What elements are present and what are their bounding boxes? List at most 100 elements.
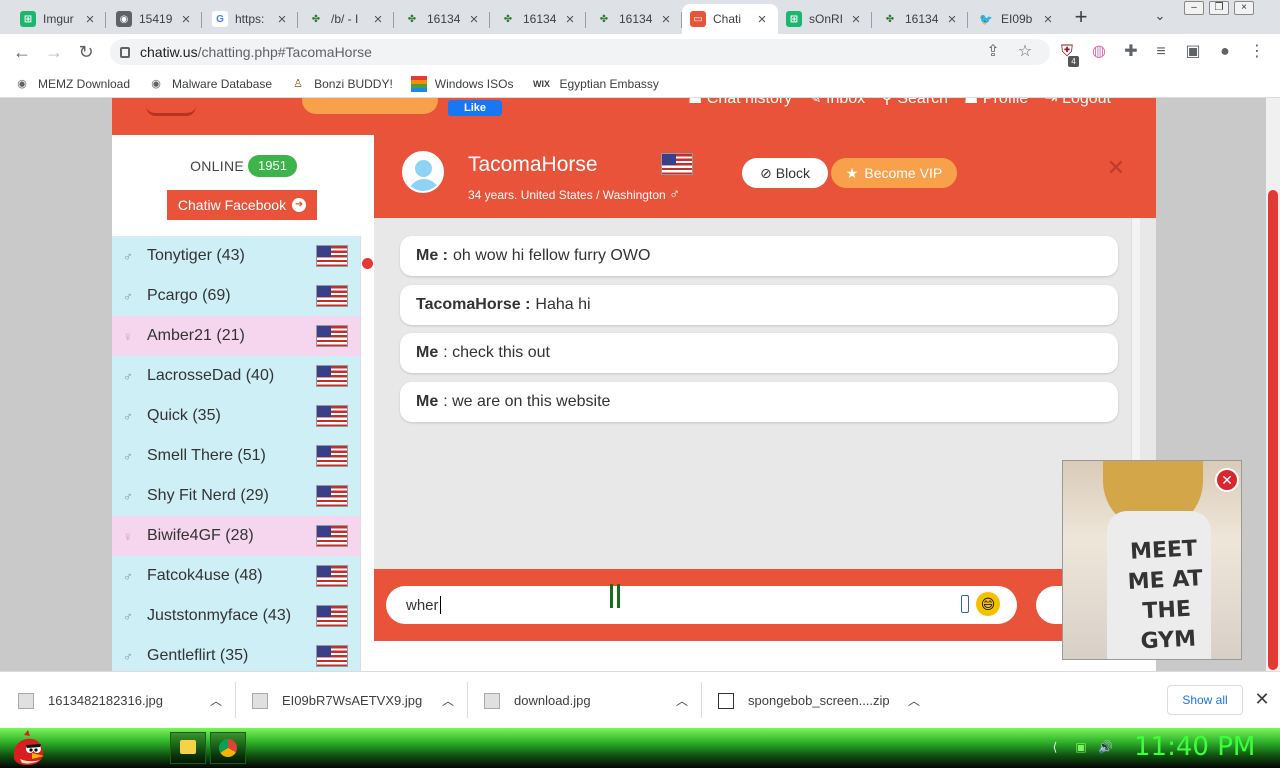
close-icon[interactable]: ×	[1040, 11, 1056, 28]
bookmark-item[interactable]: Windows ISOs	[410, 75, 513, 92]
chevron-up-icon[interactable]: ︿	[442, 692, 454, 709]
sidepanel-icon[interactable]: ▣	[1182, 40, 1204, 64]
nav-inbox[interactable]: ✎ Inbox	[808, 98, 865, 112]
user-list-item[interactable]: ♂ LacrosseDad (40)	[112, 356, 360, 396]
tab[interactable]: ⊞ Imgur ×	[12, 4, 106, 34]
network-icon[interactable]: ▣	[1074, 740, 1088, 754]
bookmark-label: Bonzi BUDDY!	[314, 76, 393, 91]
user-list-item[interactable]: ♀ Biwife4GF (28)	[112, 516, 360, 556]
user-list-item[interactable]: ♂ Pcargo (69)	[112, 276, 360, 316]
nav-logout[interactable]: ⇥ Logout	[1044, 98, 1111, 112]
address-bar[interactable]: chatiw.us/chatting.php#TacomaHorse	[110, 39, 1050, 65]
forward-icon[interactable]: →	[42, 40, 66, 64]
close-icon[interactable]: ×	[658, 11, 674, 28]
share-icon[interactable]: ⇪	[982, 40, 1004, 64]
profile-icon[interactable]: ●	[1214, 40, 1236, 64]
partner-name[interactable]: TacomaHorse	[468, 153, 598, 177]
tab[interactable]: ✤ 16134 ×	[396, 4, 490, 34]
avatar[interactable]	[402, 151, 444, 193]
fb-like-button[interactable]: Like	[448, 100, 502, 116]
close-icon[interactable]: ✕	[1215, 468, 1239, 492]
volume-icon[interactable]: 🔊	[1098, 740, 1113, 754]
nav-chat-history[interactable]: ☗ Chat history	[688, 98, 792, 112]
back-icon[interactable]: ←	[10, 40, 34, 64]
user-list-scroll-thumb[interactable]	[362, 258, 373, 269]
emoji-icon[interactable]: 😄	[976, 592, 1000, 616]
chatiw-facebook-button[interactable]: Chatiw Facebook ➜	[167, 190, 317, 220]
user-list-item[interactable]: ♂ Quick (35)	[112, 396, 360, 436]
become-vip-button[interactable]: ★ Become VIP	[831, 158, 957, 188]
close-icon[interactable]: ×	[562, 11, 578, 28]
close-window-button[interactable]: ×	[1234, 1, 1254, 15]
close-icon[interactable]: ×	[274, 11, 290, 28]
file-explorer-icon[interactable]	[170, 732, 206, 764]
bookmark-item[interactable]: ◉ MEMZ Download	[14, 76, 130, 92]
extension-icon[interactable]: ◍	[1088, 40, 1110, 64]
us-flag-icon	[661, 153, 693, 175]
nav-search[interactable]: ⚲ Search	[881, 98, 948, 112]
angry-bird-start-icon[interactable]	[10, 729, 46, 767]
puzzle-icon[interactable]: ✚	[1120, 40, 1142, 64]
download-item[interactable]: 1613482182316.jpg ︿	[18, 672, 236, 729]
page-scroll-thumb[interactable]	[1268, 190, 1278, 670]
tab[interactable]: Ghttps: ×	[204, 4, 298, 34]
tab[interactable]: ✤ 16134 ×	[588, 4, 682, 34]
chrome-icon[interactable]	[210, 732, 246, 764]
close-icon[interactable]: ×	[848, 11, 864, 28]
user-name: Gentleflirt (35)	[147, 647, 249, 664]
tab[interactable]: 🐦 EI09b ×	[970, 4, 1064, 34]
chevron-up-icon[interactable]: ︿	[676, 692, 688, 709]
close-icon[interactable]: ×	[178, 11, 194, 28]
tab[interactable]: ✤ 16134 ×	[874, 4, 968, 34]
donate-button[interactable]	[302, 98, 438, 114]
close-icon[interactable]: ✕	[1252, 689, 1272, 711]
user-list-item[interactable]: ♂ Shy Fit Nerd (29)	[112, 476, 360, 516]
bookmark-item[interactable]: WIX Egyptian Embassy	[531, 76, 659, 92]
tab[interactable]: ⊞ sOnRI ×	[778, 4, 872, 34]
media-icon[interactable]: ≡	[1150, 40, 1172, 64]
chevron-up-icon[interactable]: ︿	[908, 692, 920, 709]
tab[interactable]: ✤ /b/ - I ×	[300, 4, 394, 34]
menu-icon[interactable]: ⋮	[1246, 40, 1268, 64]
download-item[interactable]: spongebob_screen....zip ︿	[718, 672, 934, 729]
close-icon[interactable]: ×	[754, 11, 770, 28]
bookmark-item[interactable]: ◉ Malware Database	[148, 76, 272, 92]
tab-title: 16134	[905, 12, 939, 26]
user-list-item[interactable]: ♂ Juststonmyface (43)	[112, 596, 360, 636]
reload-icon[interactable]: ↻	[74, 40, 98, 64]
download-item[interactable]: download.jpg ︿	[484, 672, 702, 729]
block-icon: ⊘	[760, 164, 772, 181]
taskbar-clock[interactable]: 11:40 PM	[1134, 732, 1255, 762]
minimize-button[interactable]: –	[1184, 1, 1204, 15]
show-all-button[interactable]: Show all	[1167, 685, 1243, 715]
block-button[interactable]: ⊘ Block	[742, 158, 828, 188]
close-icon[interactable]: ×	[370, 11, 386, 28]
close-icon[interactable]: ×	[466, 11, 482, 28]
user-list-item[interactable]: ♂ Gentleflirt (35)	[112, 636, 360, 671]
tab[interactable]: ◉ 15419 ×	[108, 4, 202, 34]
message-input[interactable]: wher	[386, 586, 1017, 624]
maximize-button[interactable]: ❐	[1209, 1, 1229, 15]
tab-favicon: G	[212, 11, 228, 27]
user-list-scrollbar[interactable]	[360, 236, 374, 671]
close-icon[interactable]: ×	[82, 11, 98, 28]
bookmark-star-icon[interactable]: ☆	[1014, 40, 1036, 64]
user-list-item[interactable]: ♂ Tonytiger (43)	[112, 236, 360, 276]
user-list-item[interactable]: ♂ Smell There (51)	[112, 436, 360, 476]
tab[interactable]: ✤ 16134 ×	[492, 4, 586, 34]
bookmark-item[interactable]: ♙ Bonzi BUDDY!	[290, 76, 393, 92]
user-list-item[interactable]: ♀ Amber21 (21)	[112, 316, 360, 356]
tray-chevron-icon[interactable]: ⟨	[1048, 740, 1062, 754]
ad-popup[interactable]: MEET ME AT THE GYM ✕	[1062, 460, 1242, 660]
tab-search-icon[interactable]: ⌄	[1150, 8, 1170, 26]
new-tab-button[interactable]: +	[1066, 5, 1096, 31]
download-item[interactable]: EI09bR7WsAETVX9.jpg ︿	[252, 672, 468, 729]
user-list-item[interactable]: ♂ Fatcok4use (48)	[112, 556, 360, 596]
nav-profile[interactable]: ☗ Profile	[964, 98, 1028, 112]
message-bubble: Me : oh wow hi fellow furry OWO	[400, 236, 1118, 276]
close-icon[interactable]: ×	[944, 11, 960, 28]
tab-active[interactable]: ▭ Chati ×	[682, 4, 778, 34]
tab-title: 15419	[139, 12, 173, 26]
chevron-up-icon[interactable]: ︿	[210, 692, 222, 709]
close-chat-icon[interactable]: ✕	[1104, 155, 1128, 185]
